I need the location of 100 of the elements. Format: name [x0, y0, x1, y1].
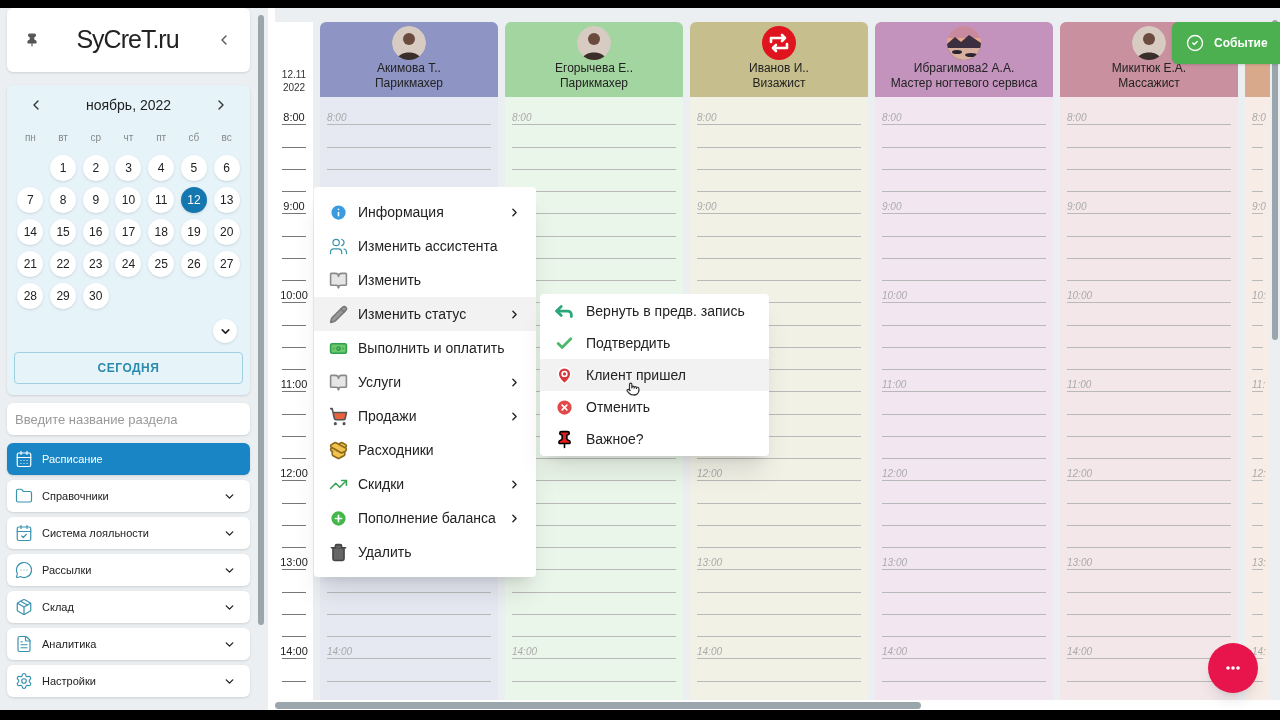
pencil-icon: [329, 304, 348, 324]
settings-icon: [15, 672, 33, 690]
menu-item[interactable]: Продажи: [314, 399, 536, 433]
today-button[interactable]: СЕГОДНЯ: [14, 352, 243, 384]
calendar-day[interactable]: 7: [17, 187, 44, 213]
calendar-day[interactable]: 6: [213, 155, 240, 181]
weekday: вс: [220, 130, 233, 145]
calendar-day[interactable]: 28: [17, 283, 44, 309]
info-icon: [329, 202, 348, 222]
slot-time: 14:00: [882, 645, 908, 659]
calendar-day[interactable]: 26: [180, 251, 207, 277]
calendar-day[interactable]: 16: [82, 219, 109, 245]
staff-name: Микитюк Е.А.: [1111, 61, 1187, 76]
staff-header[interactable]: Ибрагимова2 А.А. Мастер ногтевого сервиса: [875, 22, 1053, 97]
nav-item[interactable]: Настройки: [7, 665, 250, 697]
slot-time: 14:00: [512, 645, 538, 659]
pin-icon[interactable]: [25, 33, 39, 47]
slot-time: 10:: [1252, 289, 1266, 303]
calendar-day[interactable]: 17: [115, 219, 142, 245]
menu-item[interactable]: Пополнение баланса: [314, 501, 536, 535]
staff-header[interactable]: Иванов И.. Визажист: [690, 22, 868, 97]
menu-item[interactable]: Важное?: [540, 423, 769, 455]
avatar-icon: [392, 26, 426, 60]
calendar-day[interactable]: 10: [115, 187, 142, 213]
nav-item[interactable]: Расписание: [7, 443, 250, 475]
staff-header[interactable]: Акимова Т.. Парикмахер: [320, 22, 498, 97]
menu-item[interactable]: Расходники: [314, 433, 536, 467]
nav-item[interactable]: Склад: [7, 591, 250, 623]
slot-time: 8:00: [697, 111, 717, 125]
calendar-day[interactable]: 8: [50, 187, 77, 213]
staff-role: Мастер ногтевого сервиса: [890, 76, 1038, 91]
calendar-day[interactable]: 24: [115, 251, 142, 277]
menu-item[interactable]: Вернуть в предв. запись: [540, 295, 769, 327]
logo: SyCreT.ru: [76, 24, 179, 56]
calendar-day[interactable]: 20: [213, 219, 240, 245]
slot-time: 8:00: [327, 111, 347, 125]
nav-item[interactable]: Аналитика: [7, 628, 250, 660]
calendar-day[interactable]: 27: [213, 251, 240, 277]
book-icon: [329, 270, 348, 290]
avatar-icon: [577, 26, 611, 60]
slot-time: 9:00: [697, 200, 717, 214]
menu-item[interactable]: Подтвердить: [540, 327, 769, 359]
staff-header[interactable]: Егорычева Е.. Парикмахер: [505, 22, 683, 97]
map-pin-icon: [554, 365, 574, 385]
calendar-day[interactable]: 15: [50, 219, 77, 245]
date-label: 2022: [282, 81, 306, 94]
calendar-day[interactable]: 3: [115, 155, 142, 181]
calendar-day[interactable]: 22: [50, 251, 77, 277]
menu-item[interactable]: Удалить: [314, 535, 536, 569]
menu-item[interactable]: Информация: [314, 195, 536, 229]
calendar-day[interactable]: 18: [148, 219, 175, 245]
slot-time: 8:00: [1067, 111, 1087, 125]
slot-time: 13:00: [882, 556, 908, 570]
date-label: 12.11: [281, 68, 307, 81]
scrollbar-thumb[interactable]: [258, 15, 264, 625]
slot-time: 11:: [1252, 378, 1266, 392]
nav-item[interactable]: Справочники: [7, 480, 250, 512]
slot-time: 14:00: [1067, 645, 1093, 659]
calendar-day[interactable]: 29: [50, 283, 77, 309]
slot-time: 8:00: [882, 111, 902, 125]
slot-time: 10:00: [882, 289, 908, 303]
nav-item[interactable]: Рассылки: [7, 554, 250, 586]
calendar-day[interactable]: 14: [17, 219, 44, 245]
menu-item[interactable]: Клиент пришел: [540, 359, 769, 391]
expand-button[interactable]: [213, 319, 237, 343]
staff-role: Парикмахер: [559, 76, 629, 91]
calendar-day[interactable]: 1: [50, 155, 77, 181]
calendar-day[interactable]: 19: [180, 219, 207, 245]
menu-item[interactable]: Отменить: [540, 391, 769, 423]
calendar-day[interactable]: 9: [82, 187, 109, 213]
slot-time: 12:00: [1067, 467, 1093, 481]
calendar-day[interactable]: 30: [82, 283, 109, 309]
calendar-day[interactable]: 4: [148, 155, 175, 181]
calendar-day[interactable]: 11: [148, 187, 175, 213]
slot-time: 8:00: [512, 111, 532, 125]
scrollbar-thumb[interactable]: [275, 701, 921, 709]
menu-item[interactable]: Изменить: [314, 263, 536, 297]
calendar-day[interactable]: 2: [82, 155, 109, 181]
weekday: пт: [155, 130, 168, 145]
menu-item[interactable]: Выполнить и оплатить: [314, 331, 536, 365]
menu-item[interactable]: Скидки: [314, 467, 536, 501]
menu-item[interactable]: Услуги: [314, 365, 536, 399]
calendar-day[interactable]: 5: [180, 155, 207, 181]
search-field[interactable]: Введите название раздела: [7, 403, 250, 435]
slot-time: 14:00: [327, 645, 353, 659]
menu-item[interactable]: Изменить статус: [314, 297, 536, 331]
staff-name: Егорычева Е..: [555, 61, 633, 76]
calendar-day[interactable]: 23: [82, 251, 109, 277]
calendar-day[interactable]: 25: [148, 251, 175, 277]
weekday: чт: [122, 130, 135, 145]
calendar-day[interactable]: 13: [213, 187, 240, 213]
document-icon: [15, 635, 33, 653]
weekday: вт: [57, 130, 69, 145]
trash-icon: [329, 542, 348, 562]
weekday: ср: [89, 130, 103, 145]
more-icon: [1226, 666, 1240, 670]
menu-item[interactable]: Изменить ассистента: [314, 229, 536, 263]
calendar-day[interactable]: 21: [17, 251, 44, 277]
calendar-day[interactable]: 12: [180, 187, 207, 213]
nav-item[interactable]: Система лояльности: [7, 517, 250, 549]
